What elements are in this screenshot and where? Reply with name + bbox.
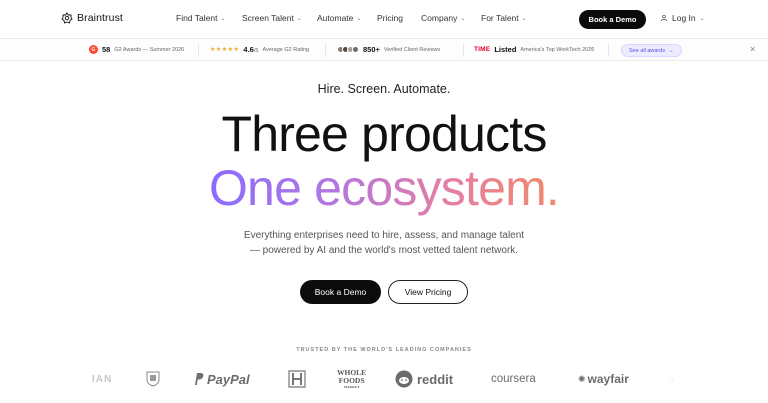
see-all-awards-label: See all awards bbox=[629, 47, 666, 54]
award-reviews: 850+ Verified Client Reviews bbox=[337, 45, 440, 54]
nav-find-talent-label: Find Talent bbox=[176, 13, 218, 23]
honda-logo bbox=[287, 366, 307, 392]
nav-book-demo-button[interactable]: Book a Demo bbox=[579, 10, 646, 29]
rating-text: Average G2 Rating bbox=[262, 46, 310, 53]
award-time: TIME Listed America's Top WorkTech 2026 bbox=[474, 45, 594, 54]
chevron-down-icon: ⌄ bbox=[699, 15, 705, 22]
nav-for-talent-label: For Talent bbox=[481, 13, 519, 23]
divider bbox=[463, 44, 464, 57]
wayfair-wordmark: wayfair bbox=[587, 372, 629, 386]
nav-pricing-label: Pricing bbox=[377, 13, 403, 23]
whole-foods-line-2: FOODS bbox=[338, 375, 365, 385]
gradient-headline-text: One ecosystem. bbox=[208, 160, 560, 216]
time-award-text: America's Top WorkTech 2026 bbox=[520, 46, 595, 53]
login-link[interactable]: Log In ⌄ bbox=[660, 13, 705, 23]
client-logo-strip: IAN PayPal WHOLE FOODS MARKET reddit cou… bbox=[0, 366, 768, 392]
hero-book-demo-button[interactable]: Book a Demo bbox=[300, 280, 381, 304]
arrow-right-icon: → bbox=[668, 47, 674, 54]
nav-company[interactable]: Company ⌄ bbox=[421, 13, 481, 23]
porsche-logo bbox=[146, 366, 160, 392]
main-menu: Find Talent ⌄ Screen Talent ⌄ Automate ⌄… bbox=[176, 13, 541, 23]
hero-subheading: Everything enterprises need to hire, ass… bbox=[0, 228, 768, 258]
paypal-wordmark: PayPal bbox=[207, 371, 250, 387]
nav-automate[interactable]: Automate ⌄ bbox=[317, 13, 377, 23]
reviewer-avatars bbox=[337, 46, 359, 53]
reddit-logo: reddit bbox=[395, 366, 453, 392]
porsche-crest-icon bbox=[146, 371, 160, 387]
nav-automate-label: Automate bbox=[317, 13, 354, 23]
whole-foods-logo: WHOLE FOODS MARKET bbox=[337, 366, 366, 392]
top-navigation: Braintrust Find Talent ⌄ Screen Talent ⌄… bbox=[0, 0, 768, 38]
hero-headline-line-2: One ecosystem. bbox=[0, 160, 768, 216]
paypal-p-icon bbox=[195, 373, 204, 385]
divider bbox=[198, 44, 199, 57]
hero-subheading-line-1: Everything enterprises need to hire, ass… bbox=[243, 230, 525, 241]
login-label: Log In bbox=[672, 13, 696, 23]
braintrust-logo-icon bbox=[61, 12, 73, 24]
hero-view-pricing-button[interactable]: View Pricing bbox=[388, 280, 468, 304]
star-rating-icon: ★★★★★ bbox=[210, 47, 240, 53]
honda-h-icon bbox=[288, 370, 306, 388]
reviews-count: 850+ bbox=[363, 45, 380, 54]
wayfair-logo: ✺ wayfair bbox=[578, 366, 629, 392]
partial-logo: ◌ bbox=[668, 373, 674, 385]
nav-screen-talent-label: Screen Talent bbox=[242, 13, 294, 23]
divider bbox=[325, 44, 326, 57]
divider bbox=[608, 44, 609, 57]
award-rating: ★★★★★ 4.6/5 Average G2 Rating bbox=[210, 45, 309, 54]
chevron-down-icon: ⌄ bbox=[296, 15, 302, 22]
chevron-down-icon: ⌄ bbox=[521, 15, 527, 22]
chevron-down-icon: ⌄ bbox=[460, 15, 466, 22]
braintrust-logo[interactable]: Braintrust bbox=[61, 12, 123, 24]
trusted-by-label: TRUSTED BY THE WORLD'S LEADING COMPANIES bbox=[296, 347, 472, 353]
user-icon bbox=[661, 15, 667, 22]
g2-award-count: 58 bbox=[102, 45, 111, 54]
nav-pricing[interactable]: Pricing bbox=[377, 13, 421, 23]
hero-eyebrow: Hire. Screen. Automate. bbox=[317, 82, 451, 96]
nav-company-label: Company bbox=[421, 13, 458, 23]
hero-subheading-line-2: — powered by AI and the world's most vet… bbox=[249, 245, 519, 256]
reddit-wordmark: reddit bbox=[417, 371, 454, 387]
rivian-logo: IAN bbox=[92, 373, 113, 385]
see-all-awards-button[interactable]: See all awards → bbox=[621, 44, 682, 57]
time-logo: TIME bbox=[474, 46, 491, 53]
g2-award-text: G2 Awards — Summer 2026 bbox=[114, 46, 185, 53]
awards-bar: G 58 G2 Awards — Summer 2026 ★★★★★ 4.6/5… bbox=[0, 38, 768, 61]
paypal-logo: PayPal bbox=[193, 366, 250, 392]
reddit-alien-icon bbox=[395, 370, 413, 388]
chevron-down-icon: ⌄ bbox=[356, 15, 362, 22]
coursera-logo: coursera bbox=[491, 373, 536, 385]
avatar bbox=[352, 46, 359, 53]
logo-wordmark: Braintrust bbox=[77, 12, 123, 24]
time-listed-label: Listed bbox=[494, 45, 517, 54]
wayfair-star-icon: ✺ bbox=[578, 373, 586, 384]
chevron-down-icon: ⌄ bbox=[220, 15, 226, 22]
reviews-text: Verified Client Reviews bbox=[383, 46, 441, 53]
g2-icon: G bbox=[89, 45, 98, 54]
rating-number: 4.6/5 bbox=[243, 45, 259, 54]
close-icon[interactable]: × bbox=[750, 44, 755, 54]
nav-for-talent[interactable]: For Talent ⌄ bbox=[481, 13, 541, 23]
whole-foods-line-3: MARKET bbox=[343, 384, 360, 389]
award-g2: G 58 G2 Awards — Summer 2026 bbox=[89, 45, 184, 54]
hero-headline-line-1: Three products bbox=[221, 106, 547, 162]
nav-screen-talent[interactable]: Screen Talent ⌄ bbox=[242, 13, 317, 23]
nav-find-talent[interactable]: Find Talent ⌄ bbox=[176, 13, 242, 23]
